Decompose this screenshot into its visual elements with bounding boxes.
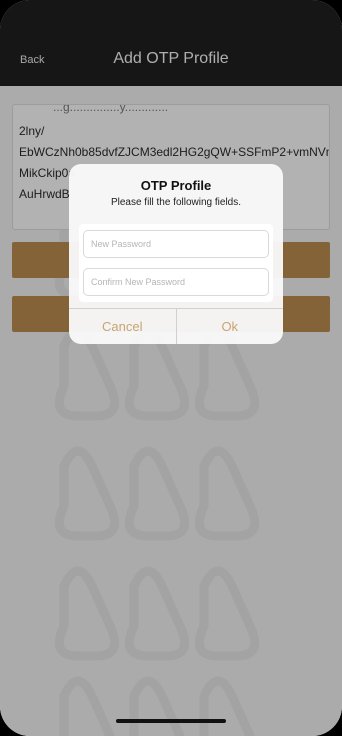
phone-screen: Back Add OTP Profile ...g...............… xyxy=(0,0,342,736)
otp-profile-dialog: OTP Profile Please fill the following fi… xyxy=(69,164,283,344)
dialog-message: Please fill the following fields. xyxy=(110,197,242,208)
cancel-button[interactable]: Cancel xyxy=(69,309,176,344)
home-indicator[interactable] xyxy=(116,719,226,723)
dialog-actions: Cancel Ok xyxy=(69,308,283,344)
new-password-field[interactable] xyxy=(83,230,269,258)
ok-button[interactable]: Ok xyxy=(175,309,284,344)
modal-overlay xyxy=(0,0,342,736)
dialog-title: OTP Profile xyxy=(140,178,212,193)
confirm-password-field[interactable] xyxy=(83,268,269,296)
